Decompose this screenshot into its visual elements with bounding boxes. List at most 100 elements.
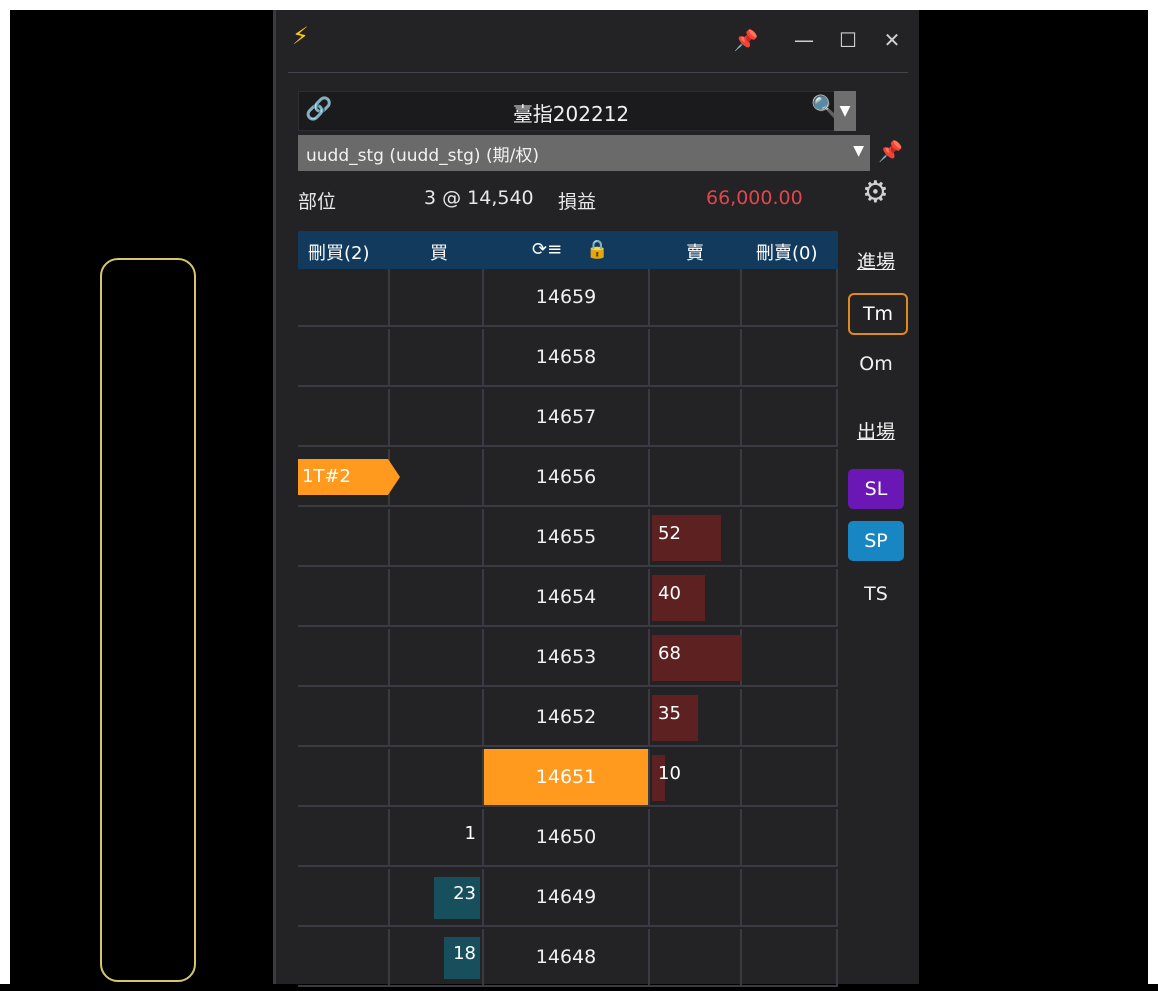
price-cell[interactable]: 14654	[484, 569, 650, 625]
price-cell[interactable]: 14655	[484, 509, 650, 565]
bid-cell[interactable]: 23	[390, 869, 484, 925]
cancel-sell-cell[interactable]	[742, 269, 838, 325]
cancel-sell-cell[interactable]	[742, 449, 838, 505]
cancel-buy-cell[interactable]	[298, 629, 390, 685]
buy-header: 買	[430, 243, 448, 264]
ask-cell[interactable]	[650, 329, 742, 385]
ask-cell[interactable]	[650, 869, 742, 925]
cancel-buy-cell[interactable]	[298, 509, 390, 565]
close-button[interactable]: ✕	[876, 24, 908, 56]
bid-volume: 18	[453, 943, 476, 964]
pnl-label: 損益	[558, 191, 597, 213]
pin-icon[interactable]: 📌	[730, 24, 762, 56]
cancel-buy-cell[interactable]	[298, 809, 390, 865]
bid-cell[interactable]	[390, 629, 484, 685]
entry-label[interactable]: 進場	[848, 247, 904, 274]
bid-cell[interactable]	[390, 509, 484, 565]
cancel-buy-cell[interactable]	[298, 869, 390, 925]
cancel-sell-cell[interactable]	[742, 749, 838, 805]
title-bar[interactable]: ⚡ 📌 — ☐ ✕	[276, 10, 919, 72]
panel-body: 🔗 臺指202212 🔍 ▼ uudd_stg (uudd_stg) (期/权)…	[288, 72, 910, 987]
ladder-row: 14651 10	[298, 749, 838, 807]
ask-cell[interactable]: 40	[650, 569, 742, 625]
price-cell[interactable]: 14659	[484, 269, 650, 325]
price-cell[interactable]: 14648	[484, 929, 650, 985]
working-order-tag[interactable]: 1T#2	[298, 459, 400, 495]
sl-button[interactable]: SL	[848, 469, 904, 509]
price-cell[interactable]: 14649	[484, 869, 650, 925]
cancel-sell-cell[interactable]	[742, 509, 838, 565]
tm-button[interactable]: Tm	[848, 293, 908, 335]
bid-volume: 23	[453, 883, 476, 904]
bid-cell[interactable]	[390, 389, 484, 445]
position-summary: 部位 3 @ 14,540 損益 66,000.00	[298, 181, 910, 221]
sp-button[interactable]: SP	[848, 521, 904, 561]
bid-cell[interactable]: 18	[390, 929, 484, 985]
bid-cell[interactable]	[390, 689, 484, 745]
price-cell[interactable]: 14656	[484, 449, 650, 505]
recenter-icon[interactable]: ⟳≡	[532, 239, 562, 260]
strategy-pin-icon[interactable]: 📌	[878, 139, 903, 163]
top-border	[0, 0, 1158, 10]
cancel-buy-cell[interactable]	[298, 269, 390, 325]
bid-cell[interactable]	[390, 749, 484, 805]
cancel-buy-cell[interactable]	[298, 329, 390, 385]
cancel-buy-cell[interactable]: 1T#2	[298, 449, 400, 505]
ask-volume: 52	[658, 523, 681, 544]
cancel-sell-cell[interactable]	[742, 929, 838, 985]
cancel-sell-cell[interactable]	[742, 329, 838, 385]
strategy-select[interactable]: uudd_stg (uudd_stg) (期/权) ▼	[298, 135, 870, 171]
price-cell[interactable]: 14651	[484, 749, 650, 805]
maximize-button[interactable]: ☐	[832, 24, 864, 56]
chevron-down-icon[interactable]: ▼	[853, 143, 864, 159]
pnl-value: 66,000.00	[706, 187, 803, 209]
price-cell[interactable]: 14653	[484, 629, 650, 685]
ask-cell[interactable]: 52	[650, 509, 742, 565]
cancel-sell-cell[interactable]	[742, 689, 838, 745]
symbol-dropdown-button[interactable]: ▼	[834, 91, 856, 131]
cancel-sell-cell[interactable]	[742, 569, 838, 625]
price-cell[interactable]: 14658	[484, 329, 650, 385]
lock-icon[interactable]: 🔒	[586, 239, 608, 260]
ts-button[interactable]: TS	[848, 583, 904, 605]
price-ladder: 刪買(2) 買 ⟳≡ 🔒 賣 刪賣(0) 14659 14658 14657 1T#2…	[298, 231, 838, 991]
bid-cell[interactable]	[390, 269, 484, 325]
cancel-buy-cell[interactable]	[298, 689, 390, 745]
ladder-row: 18 14648	[298, 929, 838, 987]
cancel-sell-cell[interactable]	[742, 809, 838, 865]
ask-cell[interactable]	[650, 449, 742, 505]
sell-header: 賣	[686, 243, 704, 264]
ask-cell[interactable]	[650, 269, 742, 325]
ladder-row: 1 14650	[298, 809, 838, 867]
cancel-buy-button[interactable]: 刪買(2)	[308, 239, 370, 265]
minimize-button[interactable]: —	[788, 24, 820, 56]
cancel-sell-button[interactable]: 刪賣(0)	[756, 239, 818, 265]
ask-cell[interactable]: 10	[650, 749, 742, 805]
ask-volume: 40	[658, 583, 681, 604]
ask-cell[interactable]	[650, 809, 742, 865]
cancel-sell-cell[interactable]	[742, 389, 838, 445]
price-cell[interactable]: 14650	[484, 809, 650, 865]
cancel-buy-cell[interactable]	[298, 929, 390, 985]
symbol-selector[interactable]: 🔗 臺指202212 🔍	[298, 91, 844, 131]
cancel-buy-cell[interactable]	[298, 569, 390, 625]
price-cell[interactable]: 14657	[484, 389, 650, 445]
exit-label[interactable]: 出場	[848, 417, 904, 444]
bid-cell[interactable]	[390, 569, 484, 625]
cancel-sell-cell[interactable]	[742, 629, 838, 685]
bid-cell[interactable]	[390, 449, 484, 505]
ask-cell[interactable]	[650, 389, 742, 445]
price-cell[interactable]: 14652	[484, 689, 650, 745]
ask-volume: 68	[658, 643, 681, 664]
ladder-row: 14657	[298, 389, 838, 447]
ask-cell[interactable]	[650, 929, 742, 985]
ask-cell[interactable]: 68	[650, 629, 742, 685]
om-button[interactable]: Om	[848, 353, 904, 375]
bid-cell[interactable]	[390, 329, 484, 385]
cancel-buy-cell[interactable]	[298, 749, 390, 805]
gear-icon[interactable]: ⚙	[862, 175, 889, 210]
ask-cell[interactable]: 35	[650, 689, 742, 745]
cancel-buy-cell[interactable]	[298, 389, 390, 445]
bid-cell[interactable]: 1	[390, 809, 484, 865]
cancel-sell-cell[interactable]	[742, 869, 838, 925]
